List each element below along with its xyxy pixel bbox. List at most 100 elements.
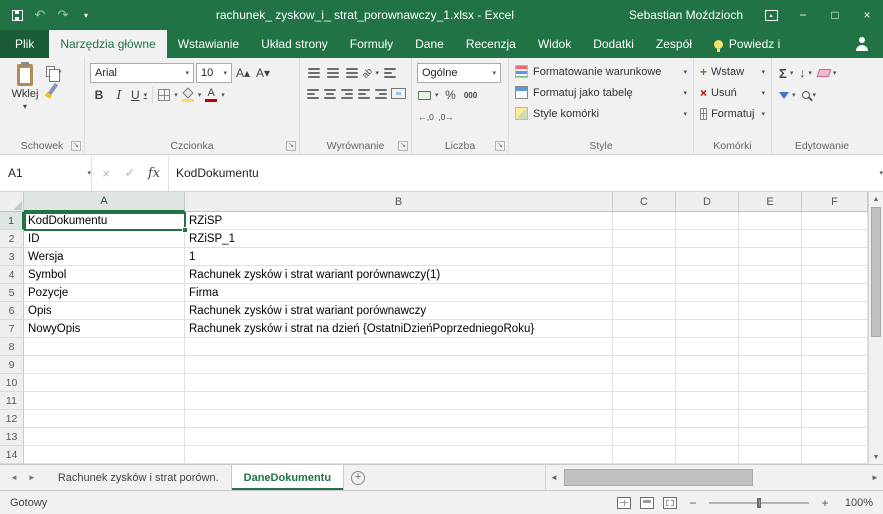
- row-header-2[interactable]: 2: [0, 230, 24, 248]
- tab-zespol[interactable]: Zespół: [645, 30, 703, 58]
- cell-E5[interactable]: [739, 284, 802, 302]
- align-top-button[interactable]: [305, 63, 322, 82]
- close-button[interactable]: ×: [851, 0, 883, 30]
- align-left-button[interactable]: [305, 84, 320, 103]
- qat-customize-button[interactable]: ▾: [75, 4, 97, 26]
- dialog-launcher-icon[interactable]: ↘: [495, 141, 505, 151]
- sort-filter-button[interactable]: ▾: [777, 85, 798, 105]
- name-box[interactable]: A1: [0, 155, 74, 191]
- zoom-in-button[interactable]: +: [818, 496, 832, 510]
- paste-button[interactable]: Wklej ▾: [4, 61, 46, 111]
- cell-C2[interactable]: [613, 230, 676, 248]
- tab-dodatki[interactable]: Dodatki: [582, 30, 645, 58]
- column-header-a[interactable]: A: [24, 192, 185, 212]
- column-header-b[interactable]: B: [185, 192, 613, 212]
- page-layout-view-button[interactable]: [640, 497, 654, 509]
- cell-A13[interactable]: [24, 428, 185, 446]
- decrease-decimal-button[interactable]: ,0→: [437, 107, 455, 127]
- cell-C12[interactable]: [613, 410, 676, 428]
- name-box-dropdown[interactable]: ▾: [74, 155, 92, 191]
- cell-A6[interactable]: Opis: [24, 302, 185, 320]
- cell-E9[interactable]: [739, 356, 802, 374]
- merge-center-button[interactable]: [391, 84, 406, 103]
- percent-format-button[interactable]: %: [442, 85, 460, 105]
- dialog-launcher-icon[interactable]: ↘: [71, 141, 81, 151]
- cell-E10[interactable]: [739, 374, 802, 392]
- cell-E1[interactable]: [739, 212, 802, 230]
- redo-button[interactable]: ↷: [52, 4, 74, 26]
- sheet-nav-left-icon[interactable]: ◄: [10, 473, 18, 482]
- cell-C7[interactable]: [613, 320, 676, 338]
- cell-B5[interactable]: Firma: [185, 284, 613, 302]
- horizontal-scrollbar[interactable]: ◄ ►: [545, 465, 883, 490]
- cell-D8[interactable]: [676, 338, 739, 356]
- cell-C13[interactable]: [613, 428, 676, 446]
- undo-button[interactable]: ↶: [29, 4, 51, 26]
- cell-B6[interactable]: Rachunek zysków i strat wariant porównaw…: [185, 302, 613, 320]
- font-size-select[interactable]: 10▾: [196, 63, 232, 83]
- select-all-corner[interactable]: [0, 192, 24, 212]
- cell-A4[interactable]: Symbol: [24, 266, 185, 284]
- wrap-text-button[interactable]: [381, 63, 398, 82]
- cell-D3[interactable]: [676, 248, 739, 266]
- cell-C4[interactable]: [613, 266, 676, 284]
- minimize-button[interactable]: −: [787, 0, 819, 30]
- cell-A3[interactable]: Wersja: [24, 248, 185, 266]
- column-header-d[interactable]: D: [676, 192, 739, 212]
- cell-A12[interactable]: [24, 410, 185, 428]
- cell-D4[interactable]: [676, 266, 739, 284]
- cell-F3[interactable]: [802, 248, 868, 266]
- copy-button[interactable]: ▾: [46, 66, 62, 77]
- page-break-view-button[interactable]: [663, 497, 677, 509]
- row-header-5[interactable]: 5: [0, 284, 24, 302]
- cell-F5[interactable]: [802, 284, 868, 302]
- italic-button[interactable]: I: [110, 85, 128, 105]
- tab-narzedzia-glowne[interactable]: Narzędzia główne: [49, 30, 166, 58]
- fill-button[interactable]: ↓▾: [797, 63, 814, 83]
- zoom-out-button[interactable]: −: [686, 496, 700, 510]
- cell-F12[interactable]: [802, 410, 868, 428]
- align-center-button[interactable]: [322, 84, 337, 103]
- account-button[interactable]: [841, 30, 883, 58]
- horizontal-scroll-track[interactable]: [562, 465, 867, 490]
- cell-E4[interactable]: [739, 266, 802, 284]
- cell-E13[interactable]: [739, 428, 802, 446]
- zoom-level[interactable]: 100%: [841, 497, 873, 509]
- row-header-11[interactable]: 11: [0, 392, 24, 410]
- cell-C6[interactable]: [613, 302, 676, 320]
- cell-A11[interactable]: [24, 392, 185, 410]
- cell-B2[interactable]: RZiSP_1: [185, 230, 613, 248]
- formula-input[interactable]: KodDokumentu: [169, 155, 863, 191]
- bold-button[interactable]: B: [90, 85, 108, 105]
- font-color-button[interactable]: A▾: [204, 85, 226, 105]
- row-header-4[interactable]: 4: [0, 266, 24, 284]
- cell-B10[interactable]: [185, 374, 613, 392]
- currency-format-button[interactable]: ▾: [417, 85, 440, 105]
- zoom-slider[interactable]: [709, 502, 809, 504]
- column-header-f[interactable]: F: [802, 192, 868, 212]
- cell-F4[interactable]: [802, 266, 868, 284]
- cell-D13[interactable]: [676, 428, 739, 446]
- account-name[interactable]: Sebastian Moździoch: [629, 8, 743, 22]
- scroll-up-icon[interactable]: ▲: [873, 192, 880, 206]
- cell-E7[interactable]: [739, 320, 802, 338]
- normal-view-button[interactable]: [617, 497, 631, 509]
- cell-styles-button[interactable]: Style komórki▾: [513, 103, 689, 124]
- new-sheet-button[interactable]: +: [344, 465, 372, 490]
- tab-widok[interactable]: Widok: [527, 30, 582, 58]
- row-header-6[interactable]: 6: [0, 302, 24, 320]
- cell-C1[interactable]: [613, 212, 676, 230]
- delete-cells-button[interactable]: ×Usuń▾: [698, 82, 767, 103]
- cell-F1[interactable]: [802, 212, 868, 230]
- cell-F9[interactable]: [802, 356, 868, 374]
- cell-D9[interactable]: [676, 356, 739, 374]
- cell-D5[interactable]: [676, 284, 739, 302]
- cell-A10[interactable]: [24, 374, 185, 392]
- cell-B7[interactable]: Rachunek zysków i strat na dzień {Ostatn…: [185, 320, 613, 338]
- cell-D10[interactable]: [676, 374, 739, 392]
- cell-E8[interactable]: [739, 338, 802, 356]
- cell-F7[interactable]: [802, 320, 868, 338]
- cell-E6[interactable]: [739, 302, 802, 320]
- cell-F14[interactable]: [802, 446, 868, 464]
- cell-B8[interactable]: [185, 338, 613, 356]
